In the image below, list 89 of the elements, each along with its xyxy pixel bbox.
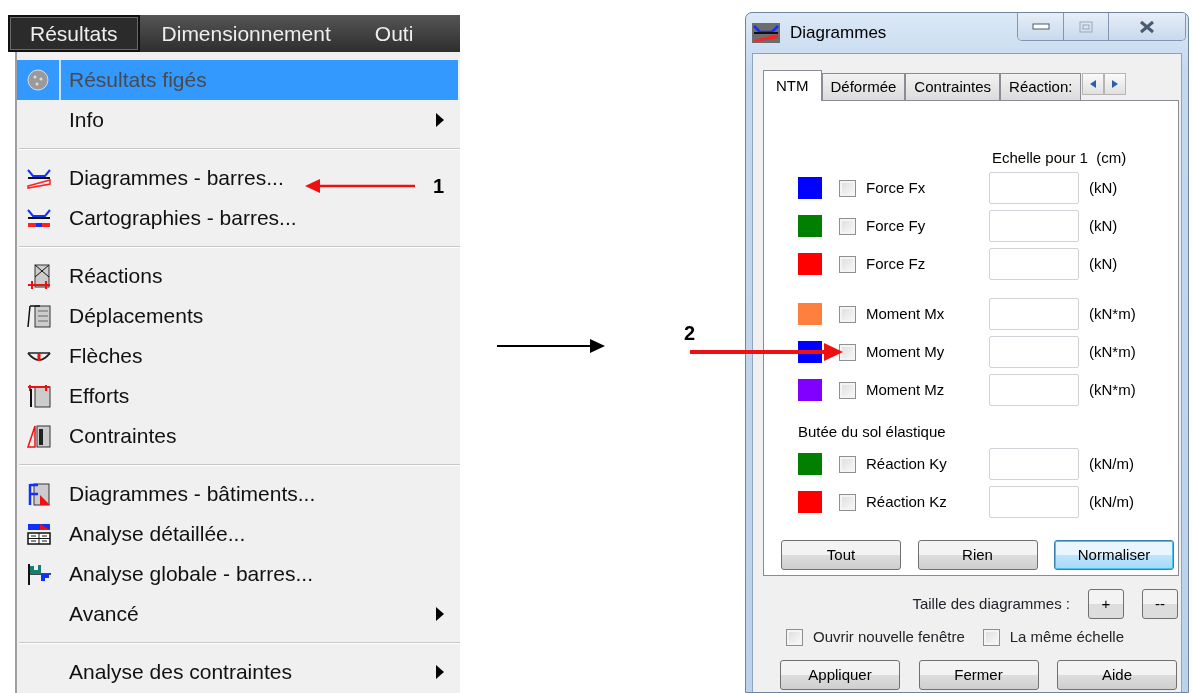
menu-item[interactable]: Cartographies - barres... xyxy=(17,198,422,238)
tab[interactable]: Déformée xyxy=(821,73,906,100)
menu-item[interactable]: Analyse des contraintes xyxy=(17,652,458,692)
minimize-button[interactable] xyxy=(1018,13,1064,40)
checkbox[interactable] xyxy=(839,217,856,235)
unit-label: (kN*m) xyxy=(1089,379,1136,400)
window-title: Diagrammes xyxy=(790,22,887,45)
scale-field[interactable] xyxy=(989,374,1079,406)
menu-item[interactable]: Info xyxy=(17,100,458,140)
scale-field[interactable] xyxy=(989,248,1079,280)
table-icon xyxy=(26,521,52,547)
menu-item[interactable]: Analyse globale - barres... xyxy=(17,554,422,594)
checkbox-label: Réaction Ky xyxy=(866,453,948,474)
unit-label: (kN) xyxy=(1089,215,1118,236)
checkbox-label: Ouvrir nouvelle fenêtre xyxy=(813,626,965,647)
checkbox-label: Moment Mx xyxy=(866,303,946,324)
stress-icon xyxy=(26,423,52,449)
menu-item[interactable]: Diagrammes - barres... xyxy=(17,158,422,198)
minimize-icon xyxy=(1031,22,1050,31)
checkbox[interactable] xyxy=(786,628,803,646)
scale-field[interactable] xyxy=(989,486,1079,518)
tab[interactable]: Réaction: xyxy=(1000,73,1082,100)
scale-field[interactable] xyxy=(989,298,1079,330)
menu-item[interactable]: Réactions xyxy=(17,256,422,296)
scroll-right-button[interactable] xyxy=(1104,73,1127,95)
checkbox-label: Force Fz xyxy=(866,253,927,274)
checkbox[interactable] xyxy=(982,628,1000,646)
push-button[interactable]: Appliquer xyxy=(780,660,900,690)
left-triangle-icon xyxy=(1090,80,1097,88)
unit-label: (kN/m) xyxy=(1089,491,1134,512)
column-header: Echelle pour 1 (cm) xyxy=(992,148,1128,168)
menu-bar-item[interactable]: Résultats xyxy=(8,15,140,52)
callout-number: 2 xyxy=(684,323,696,343)
checkbox[interactable] xyxy=(839,455,856,473)
frame-grid-icon xyxy=(26,383,52,409)
checkbox[interactable] xyxy=(839,179,856,197)
menu-item[interactable]: Diagrammes - bâtiments... xyxy=(17,474,422,514)
push-button[interactable]: Normaliser xyxy=(1054,540,1174,570)
menu-item[interactable]: Avancé xyxy=(17,594,458,634)
maximize-icon xyxy=(1079,20,1093,33)
size-button[interactable]: -- xyxy=(1142,589,1178,619)
frame-grid-icon xyxy=(26,263,52,289)
checkbox[interactable] xyxy=(839,493,856,511)
menu-item[interactable]: Flèches xyxy=(17,336,422,376)
menu-item[interactable]: Déplacements xyxy=(17,296,422,336)
scale-field[interactable] xyxy=(989,448,1079,480)
callout-number: 1 xyxy=(433,176,445,196)
checkbox[interactable] xyxy=(839,305,856,323)
unit-label: (kN/m) xyxy=(1089,453,1134,474)
size-label: Taille des diagrammes : xyxy=(912,593,1070,614)
right-triangle-icon xyxy=(1112,80,1119,88)
scroll-left-button[interactable] xyxy=(1082,73,1105,95)
checkbox-label: Moment My xyxy=(866,341,946,362)
unit-label: (kN*m) xyxy=(1089,303,1136,324)
maximize-button[interactable] xyxy=(1064,13,1109,40)
push-button[interactable]: Tout xyxy=(781,540,901,570)
group-label: Butée du sol élastique xyxy=(798,422,947,442)
unit-label: (kN) xyxy=(1089,177,1118,198)
push-button[interactable]: Rien xyxy=(917,540,1038,570)
checkbox[interactable] xyxy=(839,255,856,273)
checkbox-label: Réaction Kz xyxy=(866,491,948,512)
menu-bar-item[interactable]: Outi xyxy=(352,15,436,52)
wave-chart-icon xyxy=(26,561,52,587)
beam-diagram-icon xyxy=(752,21,780,45)
size-button[interactable]: + xyxy=(1088,589,1124,619)
tab[interactable]: NTM xyxy=(763,70,822,101)
checkbox-label: Moment Mz xyxy=(866,379,946,400)
unit-label: (kN*m) xyxy=(1089,341,1136,362)
checkbox[interactable] xyxy=(839,381,856,399)
scale-field[interactable] xyxy=(989,172,1079,204)
checkbox-label: La même échelle xyxy=(1009,626,1124,647)
building-diagram-icon xyxy=(26,481,52,507)
checkbox[interactable] xyxy=(839,343,856,361)
checkbox-label: Force Fy xyxy=(866,215,927,236)
menu-item[interactable]: Analyse détaillée... xyxy=(17,514,422,554)
close-button[interactable] xyxy=(1109,13,1185,40)
scale-field[interactable] xyxy=(989,210,1079,242)
unit-label: (kN) xyxy=(1089,253,1118,274)
menu-item[interactable]: Efforts xyxy=(17,376,422,416)
scale-field[interactable] xyxy=(989,336,1079,368)
checkbox-label: Force Fx xyxy=(866,177,927,198)
frame-grid-icon xyxy=(26,303,52,329)
tab[interactable]: Contraintes xyxy=(905,73,1001,100)
menu-bar-item[interactable]: Dimensionnement xyxy=(139,15,353,52)
disc-icon xyxy=(25,67,51,93)
close-icon xyxy=(1139,19,1155,34)
push-button[interactable]: Aide xyxy=(1057,660,1177,690)
push-button[interactable]: Fermer xyxy=(918,660,1039,690)
menu-item[interactable]: Contraintes xyxy=(17,416,422,456)
